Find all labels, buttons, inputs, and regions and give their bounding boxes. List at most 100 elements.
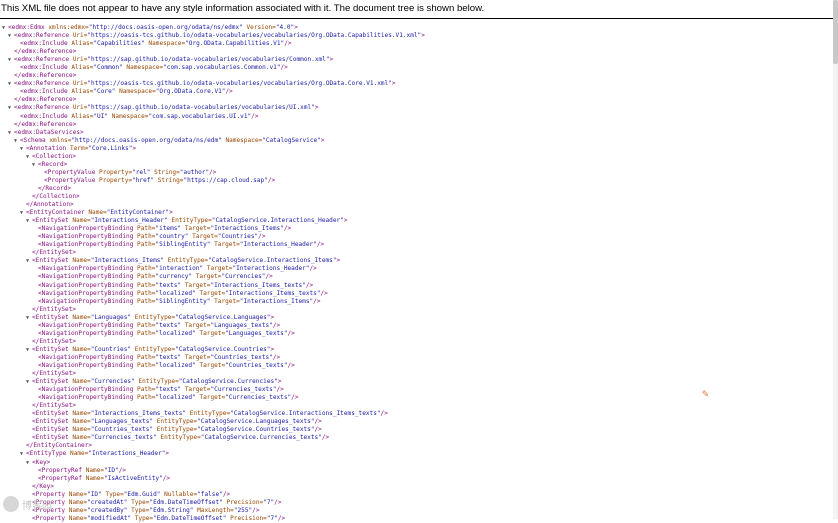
xml-line: <EntitySet Name="Countries_texts" Entity… bbox=[0, 426, 838, 434]
vertical-scrollbar[interactable] bbox=[833, 0, 838, 519]
attribute-value: "false" bbox=[197, 490, 223, 498]
attribute-value: "author" bbox=[179, 168, 210, 176]
xml-line: </EntitySet> bbox=[0, 249, 838, 257]
attribute-name: MaxLength= bbox=[193, 506, 234, 514]
attribute-value: "Org.OData.Core.V1" bbox=[155, 88, 226, 96]
xml-tag: /> bbox=[314, 426, 322, 434]
attribute-name: Property= bbox=[95, 168, 133, 176]
attribute-value: "CatalogService.Currencies" bbox=[178, 378, 278, 386]
attribute-name: Target= bbox=[210, 297, 240, 305]
attribute-name: Name= bbox=[68, 410, 91, 418]
attribute-value: "UI" bbox=[93, 112, 109, 120]
xml-tag: </EntitySet> bbox=[32, 370, 77, 378]
xml-line: ▼ <Key> bbox=[0, 459, 838, 467]
xml-tag: <PropertyValue bbox=[44, 176, 96, 184]
xml-tag: /> bbox=[380, 410, 388, 418]
attribute-name: Target= bbox=[181, 386, 211, 394]
attribute-name: Type= bbox=[127, 506, 150, 514]
xml-tag: <NavigationPropertyBinding bbox=[38, 233, 134, 241]
attribute-value: "https://cap.cloud.sap" bbox=[183, 176, 268, 184]
xml-line: <Property Name="createdBy" Type="Edm.Str… bbox=[0, 507, 838, 515]
attribute-name: Path= bbox=[133, 386, 156, 394]
attribute-value: "https://sap.github.io/odata-vocabularie… bbox=[87, 56, 330, 64]
xml-line: ▼ <edmx:DataServices> bbox=[0, 129, 838, 137]
no-style-info-banner: This XML file does not appear to have an… bbox=[1, 3, 485, 14]
attribute-name: Namespace= bbox=[115, 88, 156, 96]
attribute-name: Type= bbox=[101, 490, 124, 498]
attribute-name: EntityType= bbox=[134, 378, 179, 386]
scrollbar-thumb[interactable] bbox=[833, 0, 838, 64]
xml-line: <edmx:Include Alias="Core" Namespace="Or… bbox=[0, 88, 838, 96]
attribute-value: "Countries" bbox=[90, 345, 132, 353]
attribute-value: "7" bbox=[263, 498, 275, 506]
attribute-name: Target= bbox=[192, 273, 222, 281]
floating-tool-icon[interactable]: ✎ bbox=[700, 390, 711, 401]
xml-tag: <NavigationPropertyBinding bbox=[38, 225, 134, 233]
xml-line: ▼ <edmx:Reference Uri="https://sap.github… bbox=[0, 56, 838, 64]
attribute-value: "Interactions_Items_texts" bbox=[225, 289, 321, 297]
xml-tag: <Record> bbox=[38, 160, 68, 168]
xml-tag: </EntityContainer> bbox=[26, 442, 93, 450]
attribute-value: "Core" bbox=[93, 88, 116, 96]
xml-tag: <edmx:Include bbox=[20, 64, 68, 72]
attribute-value: "CatalogService.Interactions_Header" bbox=[211, 217, 344, 225]
xml-tag: /> bbox=[277, 514, 286, 522]
attribute-value: "Currencies" bbox=[90, 378, 135, 386]
xml-tag: </EntitySet> bbox=[32, 402, 77, 410]
xml-line: ▼ <EntitySet Name="Countries" EntityType=… bbox=[0, 346, 838, 354]
xml-line: </EntitySet> bbox=[0, 370, 838, 378]
attribute-value: "localized" bbox=[155, 394, 196, 402]
xml-tag: <NavigationPropertyBinding bbox=[38, 265, 134, 273]
attribute-name: Alias= bbox=[67, 88, 94, 96]
xml-tag: > bbox=[320, 136, 325, 144]
attribute-name: Path= bbox=[133, 297, 156, 305]
xml-tag: /> bbox=[272, 353, 281, 361]
attribute-name: Path= bbox=[133, 273, 156, 281]
attribute-value: "interaction" bbox=[155, 265, 204, 273]
xml-tag: > bbox=[329, 56, 334, 64]
xml-tag: /> bbox=[272, 321, 281, 329]
attribute-value: "Countries_texts" bbox=[210, 353, 273, 361]
xml-line: <Property Name="ID" Type="Edm.Guid" Null… bbox=[0, 491, 838, 499]
attribute-value: "modifiedAt" bbox=[87, 514, 132, 522]
attribute-value: "CatalogService.Currencies_texts" bbox=[200, 434, 322, 442]
attribute-name: Namespace= bbox=[144, 40, 186, 48]
xml-tag: <edmx:Include bbox=[20, 88, 68, 96]
attribute-name: Target= bbox=[181, 353, 211, 361]
attribute-value: "Edm.String" bbox=[149, 506, 194, 514]
xml-tag: <EntitySet bbox=[32, 426, 69, 434]
xml-tag: <NavigationPropertyBinding bbox=[38, 241, 134, 249]
xml-tag: /> bbox=[321, 434, 330, 442]
xml-tag: <EntitySet bbox=[32, 257, 69, 265]
attribute-name: xmlns:edmx= bbox=[44, 24, 89, 31]
attribute-name: Name= bbox=[65, 514, 88, 522]
attribute-name: Name= bbox=[68, 257, 91, 265]
xml-line: <NavigationPropertyBinding Path="localiz… bbox=[0, 362, 838, 370]
xml-tag: > bbox=[165, 450, 170, 458]
attribute-name: Term= bbox=[66, 144, 89, 152]
xml-tag: > bbox=[314, 104, 319, 112]
xml-tag: <edmx:Reference bbox=[14, 56, 70, 64]
attribute-value: "com.sap.vocabularies.UI.v1" bbox=[148, 112, 252, 120]
attribute-name: Name= bbox=[66, 450, 89, 458]
attribute-value: "Common" bbox=[93, 64, 123, 72]
xml-tag: <PropertyRef bbox=[38, 474, 83, 482]
xml-tag: /> bbox=[162, 474, 171, 482]
xml-tag: <NavigationPropertyBinding bbox=[38, 289, 134, 297]
xml-tag: </Collection> bbox=[32, 192, 80, 200]
xml-line: </Key> bbox=[0, 483, 838, 491]
xml-line: ▼ <EntitySet Name="Currencies" EntityType… bbox=[0, 378, 838, 386]
attribute-value: "Countries" bbox=[217, 233, 259, 241]
xml-line: ▼ <EntitySet Name="Interactions_Header" E… bbox=[0, 217, 838, 225]
xml-line: <Property Name="createdAt" Type="Edm.Dat… bbox=[0, 499, 838, 507]
attribute-name: Path= bbox=[133, 233, 156, 241]
attribute-name: Property= bbox=[95, 176, 133, 184]
attribute-value: "CatalogService.Languages" bbox=[175, 313, 271, 321]
attribute-value: "4.0" bbox=[275, 24, 295, 31]
attribute-value: "Edm.DateTimeOffset" bbox=[153, 514, 227, 522]
attribute-name: Path= bbox=[133, 361, 156, 369]
xml-line: <NavigationPropertyBinding Path="Sibling… bbox=[0, 298, 838, 306]
attribute-value: "ID" bbox=[87, 490, 102, 498]
attribute-value: "CatalogService.Interactions_Items" bbox=[208, 257, 337, 265]
attribute-name: EntityType= bbox=[164, 257, 209, 265]
